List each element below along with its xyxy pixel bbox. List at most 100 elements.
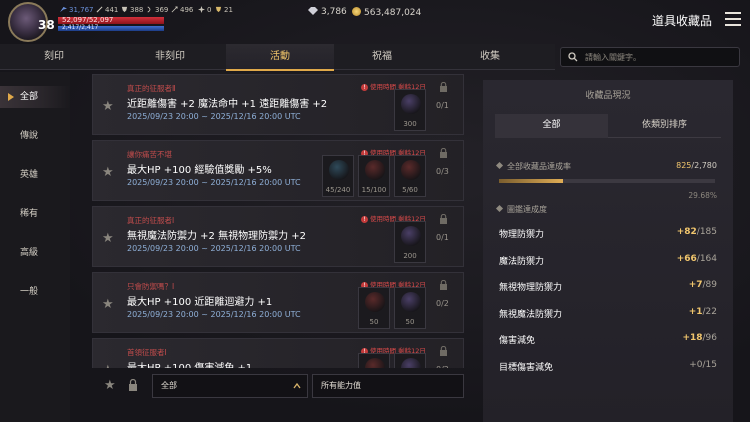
item-slot-count: 15/100 [361, 186, 387, 194]
collection-card[interactable]: ★ 只會防禦嗎？Ⅰ 最大HP +100 近距離迴避力 +1 2025/09/23 20… [92, 272, 464, 333]
attribute-current: +18 [682, 333, 703, 343]
crystal-currency[interactable]: 3,786 [308, 7, 347, 17]
favorite-star-icon[interactable]: ★ [102, 297, 114, 312]
sidebar-item-normal[interactable]: 一般 [0, 281, 70, 303]
panel-tab-by-category[interactable]: 依類別排序 [608, 114, 721, 138]
completion-label: 全部收藏品達成率 [495, 161, 571, 172]
collection-status-panel: 收藏品現況 全部 依類別排序 全部收藏品達成率 825/2,780 29.68%… [483, 80, 733, 422]
item-slot[interactable]: 50 [358, 287, 390, 329]
collection-period: 2025/09/23 20:00 ~ 2025/12/16 20:00 UTC [127, 112, 301, 121]
attribute-name: 魔法防禦力 [499, 256, 545, 267]
stat-spear: 496 [171, 6, 193, 14]
collection-description: 最大HP +100 經驗值獎勵 +5% [127, 165, 272, 176]
search-box [560, 47, 740, 67]
tab-blessing[interactable]: 祝福 [328, 44, 436, 70]
item-slot[interactable]: 300 [394, 89, 426, 131]
item-slot[interactable] [358, 353, 390, 368]
lock-icon[interactable] [439, 280, 448, 290]
tab-non-engraved[interactable]: 非刻印 [116, 44, 224, 70]
item-slot-count: 300 [403, 120, 417, 128]
favorite-filter-star-icon[interactable]: ★ [104, 378, 116, 393]
attribute-current: +66 [676, 253, 697, 264]
collection-category: 真正的征服者Ⅰ [127, 216, 175, 225]
item-slot[interactable]: 200 [394, 221, 426, 263]
item-slot[interactable]: 45/240 [322, 155, 354, 197]
attribute-value: +82/185 [677, 227, 717, 237]
lock-icon[interactable] [439, 214, 448, 224]
attribute-name: 無視魔法防禦力 [499, 309, 563, 320]
attribute-total: /15 [702, 359, 717, 370]
top-status-bar: 38 31,767 441 388 369 496 0 21 52,097/52… [0, 0, 750, 44]
collection-description: 最大HP +100 近距離迴避力 +1 [127, 297, 273, 308]
book-label: 圖鑑達成度 [495, 204, 547, 215]
stat-value: 31,767 [69, 6, 94, 14]
attribute-current: +82 [676, 227, 697, 237]
collection-period: 2025/09/23 20:00 ~ 2025/12/16 20:00 UTC [127, 178, 301, 187]
ability-dropdown[interactable]: 所有能力值 [312, 374, 464, 398]
hamburger-menu-icon[interactable] [725, 12, 741, 26]
panel-tab-all[interactable]: 全部 [495, 114, 608, 138]
attribute-total: /96 [702, 333, 717, 343]
tab-event[interactable]: 活動 [226, 44, 334, 71]
favorite-star-icon[interactable]: ★ [102, 165, 114, 180]
stat-value: 0 [207, 6, 212, 14]
lock-filter-icon[interactable] [128, 379, 138, 391]
attribute-current: +1 [688, 306, 703, 317]
sidebar-item-rare[interactable]: 稀有 [0, 203, 70, 225]
collection-card[interactable]: ★ 真正的征服者Ⅰ 無視魔法防禦力 +2 無視物理防禦力 +2 2025/09/23 … [92, 206, 464, 267]
attribute-name: 目標傷害減免 [499, 362, 554, 373]
completion-label-text: 全部收藏品達成率 [507, 162, 571, 171]
item-icon [401, 160, 421, 180]
item-icon [401, 226, 421, 246]
item-icon [401, 94, 421, 114]
diamond-bullet-icon [495, 204, 504, 213]
hp-text: 52,097/52,097 [62, 16, 114, 24]
favorite-star-icon[interactable]: ★ [102, 99, 114, 114]
sidebar-item-legend[interactable]: 傳說 [0, 125, 70, 147]
sidebar-item-advanced[interactable]: 高級 [0, 242, 70, 264]
search-input[interactable] [585, 50, 735, 64]
attribute-value: +7/89 [689, 280, 717, 290]
lock-icon[interactable] [439, 82, 448, 92]
app-root: 38 31,767 441 388 369 496 0 21 52,097/52… [0, 0, 750, 422]
tab-collect[interactable]: 收集 [436, 44, 544, 70]
category-tabs: 刻印 非刻印 活動 祝福 收集 [0, 44, 555, 71]
collection-card[interactable]: ★首領征服者Ⅰ最大HP +100 傷害減免 +1!使用時間 剩餘12日0/2 [92, 338, 464, 368]
search-icon [568, 52, 578, 62]
favorite-star-icon[interactable]: ★ [102, 363, 114, 368]
book-label-text: 圖鑑達成度 [507, 205, 547, 214]
attribute-total: /89 [702, 280, 717, 290]
collection-count: 0/3 [436, 167, 449, 176]
collection-category: 真正的征服者Ⅱ [127, 84, 176, 93]
collection-card[interactable]: ★ 讓你痛苦不堪 最大HP +100 經驗值獎勵 +5% 2025/09/23 20:… [92, 140, 464, 201]
sidebar-item-all[interactable]: 全部 [0, 86, 70, 108]
collection-card[interactable]: ★ 真正的征服者Ⅱ 近距離傷害 +2 魔法命中 +1 遠距離傷害 +2 2025/09… [92, 74, 464, 135]
grade-dropdown[interactable]: 全部 [152, 374, 308, 398]
sidebar-item-hero[interactable]: 英雄 [0, 164, 70, 186]
lock-icon[interactable] [439, 346, 448, 356]
collection-description: 無視魔法防禦力 +2 無視物理防禦力 +2 [127, 231, 307, 242]
item-slot[interactable] [394, 353, 426, 368]
collection-period: 2025/09/23 20:00 ~ 2025/12/16 20:00 UTC [127, 310, 301, 319]
collection-description: 最大HP +100 傷害減免 +1 [127, 359, 252, 368]
tab-engraved[interactable]: 刻印 [0, 44, 108, 70]
stat-bow: 369 [146, 6, 168, 14]
item-slot[interactable]: 50 [394, 287, 426, 329]
item-slot[interactable]: 5/60 [394, 155, 426, 197]
gold-currency[interactable]: 563,487,024 [352, 7, 421, 18]
collection-count: 0/1 [436, 233, 449, 242]
stat-shield: 388 [121, 6, 143, 14]
completion-progress-bar [499, 179, 715, 183]
lock-icon[interactable] [439, 148, 448, 158]
attribute-current: +7 [688, 280, 703, 290]
page-title: 道具收藏品 [652, 14, 713, 28]
attribute-value: +1/22 [689, 307, 717, 317]
item-icon [401, 292, 421, 312]
wing-icon [60, 6, 67, 13]
favorite-star-icon[interactable]: ★ [102, 231, 114, 246]
attribute-name: 傷害減免 [499, 336, 536, 346]
attribute-value: +66/164 [677, 254, 717, 264]
item-slot[interactable]: 15/100 [358, 155, 390, 197]
item-icon [329, 160, 349, 180]
attribute-name: 無視物理防禦力 [499, 283, 563, 293]
